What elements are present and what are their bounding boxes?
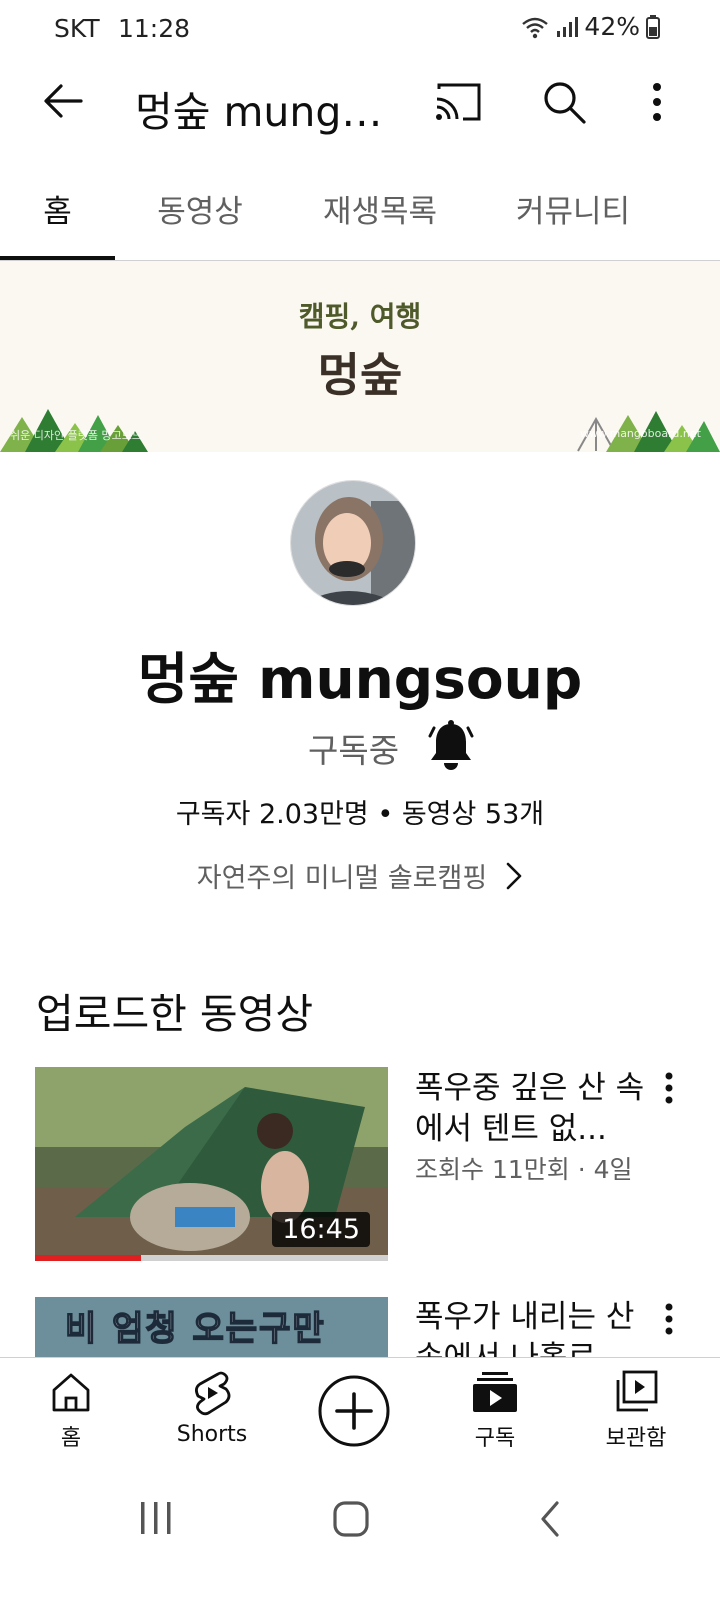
battery-icon — [646, 14, 660, 39]
tab-home[interactable]: 홈 — [0, 186, 115, 231]
nav-library[interactable]: 보관함 — [598, 1370, 674, 1452]
more-vert-icon[interactable] — [664, 1072, 686, 1108]
banner-title: 멍숲 — [317, 348, 403, 402]
home-icon — [52, 1373, 90, 1412]
cast-icon[interactable] — [432, 80, 484, 124]
nav-shorts[interactable]: Shorts — [170, 1370, 254, 1447]
nav-shorts-label: Shorts — [176, 1422, 248, 1447]
subscriptions-icon — [473, 1372, 517, 1412]
shorts-icon — [195, 1371, 231, 1416]
home-circle-icon[interactable] — [332, 1500, 370, 1542]
tab-playlists[interactable]: 재생목록 — [310, 186, 450, 231]
signal-icon — [557, 16, 579, 37]
channel-tagline: 자연주의 미니멀 솔로캠핑 — [196, 863, 488, 894]
watch-progress-fill — [35, 1255, 141, 1261]
channel-description-link[interactable]: 자연주의 미니멀 솔로캠핑 — [0, 856, 720, 895]
video-title[interactable]: 폭우가 내리는 산 속에서 나홀로 — [415, 1297, 647, 1357]
avatar[interactable] — [290, 480, 416, 606]
recent-apps-icon[interactable] — [138, 1500, 174, 1540]
banner-right-text: www.mangoboard.net — [580, 427, 701, 440]
video-duration: 16:45 — [272, 1212, 370, 1247]
nav-subscriptions-label: 구독 — [474, 1426, 516, 1451]
nav-subscriptions[interactable]: 구독 — [462, 1370, 528, 1452]
status-carrier: SKT — [54, 14, 100, 43]
video-item-clip: 폭우가 내리는 산 속에서 나홀로 — [0, 1297, 720, 1357]
nav-library-label: 보관함 — [605, 1426, 667, 1451]
banner-subtitle: 캠핑, 여행 — [298, 300, 422, 333]
nav-home[interactable]: 홈 — [36, 1370, 106, 1452]
channel-stats: 구독자 2.03만명 • 동영상 53개 — [175, 799, 545, 830]
subscribed-button[interactable]: 구독중 — [308, 724, 399, 772]
more-vert-icon[interactable] — [664, 1303, 686, 1339]
channel-banner: 캠핑, 여행 멍숲 쉬운 디자인 플랫폼 망고보드 www.mangoboard… — [0, 261, 720, 452]
nav-create[interactable] — [316, 1374, 392, 1452]
video-thumbnail[interactable]: 16:45 — [35, 1067, 388, 1261]
watch-progress-bar — [35, 1255, 388, 1261]
status-icons: 42% — [520, 12, 660, 41]
video-meta: 조회수 11만회 · 4일 전 — [415, 1155, 641, 1184]
wifi-icon — [522, 17, 549, 38]
channel-name: 멍숲 mungsoup — [137, 647, 583, 711]
tab-community[interactable]: 커뮤니티 — [503, 186, 643, 231]
banner-left-text: 쉬운 디자인 플랫폼 망고보드 — [10, 429, 142, 442]
system-back-icon[interactable] — [538, 1500, 562, 1542]
back-arrow-icon[interactable] — [38, 78, 88, 124]
create-plus-icon — [318, 1375, 390, 1447]
more-vert-icon[interactable] — [645, 80, 669, 124]
tab-videos[interactable]: 동영상 — [140, 186, 260, 231]
appbar-title: 멍숲 mungs... — [135, 88, 395, 136]
notification-bell-icon[interactable] — [428, 720, 474, 774]
library-icon — [616, 1370, 658, 1412]
nav-home-label: 홈 — [60, 1426, 82, 1451]
section-title: 업로드한 동영상 — [36, 990, 314, 1038]
video-title[interactable]: 폭우중 깊은 산 속에서 텐트 없... — [415, 1068, 647, 1150]
chevron-right-icon — [506, 862, 522, 889]
battery-percent: 42% — [584, 12, 640, 41]
search-icon[interactable] — [540, 78, 588, 126]
status-time: 11:28 — [118, 14, 191, 43]
